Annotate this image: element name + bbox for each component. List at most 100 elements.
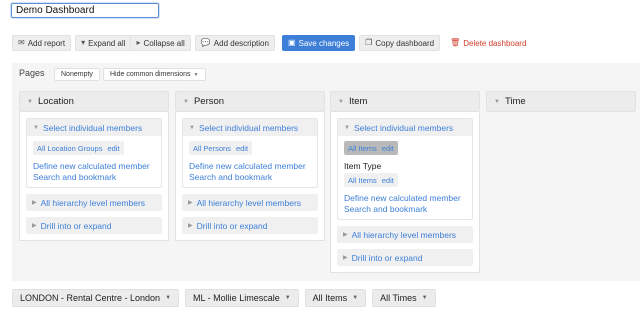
save-changes-label: Save changes [298,38,350,48]
time-title: Time [504,96,526,107]
person-pill-edit-link[interactable]: edit [236,144,248,153]
item-select-members-section: ▼ Select individual members All Items ed… [337,118,473,220]
collapse-all-label: Collapse all [143,38,185,48]
caret-down-icon: ▾ [81,38,86,47]
chevron-down-icon: ▼ [352,295,359,301]
time-dimension-header[interactable]: ▼ Time [486,91,636,112]
expand-all-label: Expand all [88,38,126,48]
chevron-down-icon: ▼ [189,124,195,131]
person-select-members-label: Select individual members [198,122,299,133]
item-type-label: Item Type [344,161,382,171]
item-search-bookmark-link[interactable]: Search and bookmark [344,204,466,215]
chevron-down-icon: ▼ [338,98,344,105]
location-define-member-link[interactable]: Define new calculated member [33,161,155,172]
person-hierarchy-toggle[interactable]: ▶ All hierarchy level members [182,194,318,211]
save-changes-button[interactable]: ▣ Save changes [281,35,356,51]
item-dimension-header[interactable]: ▼ Item [330,91,480,112]
person-define-member-link[interactable]: Define new calculated member [189,161,311,172]
item-dimension: ▼ Item ▼ Select individual members All I… [330,91,480,273]
nonempty-toggle[interactable]: Nonempty [54,68,100,81]
chevron-right-icon: ▶ [32,200,37,206]
item-title: Item [348,96,368,107]
item-select-members-label: Select individual members [353,122,454,133]
chevron-right-icon: ▶ [32,223,37,229]
location-hierarchy-label: All hierarchy level members [40,197,146,208]
add-report-label: Add report [27,38,66,48]
person-title: Person [193,96,225,107]
items-page-dropdown[interactable]: All Items ▼ [304,289,367,307]
item-pill-edit-link[interactable]: edit [382,144,394,153]
item-hierarchy-label: All hierarchy level members [351,229,457,240]
times-page-label: All Times [380,293,417,303]
location-select-members-label: Select individual members [42,122,143,133]
location-page-dropdown[interactable]: LONDON - Rental Centre - London ▼ [12,289,180,307]
nonempty-label: Nonempty [61,71,93,78]
person-pill-label: All Persons [193,143,231,153]
location-dimension: ▼ Location ▼ Select individual members A… [19,91,169,241]
person-page-dropdown[interactable]: ML - Mollie Limescale ▼ [185,289,299,307]
envelope-icon: ✉ [18,38,25,47]
add-description-button[interactable]: 💬 Add description [194,35,275,51]
delete-dashboard-button[interactable]: 🗑 Delete dashboard [444,35,532,51]
item-define-member-link[interactable]: Define new calculated member [344,193,466,204]
location-pill-label: All Location Groups [37,143,103,153]
item-hierarchy-toggle[interactable]: ▶ All hierarchy level members [337,226,473,243]
collapse-all-button[interactable]: ▸ Collapse all [130,35,191,51]
copy-dashboard-button[interactable]: ❐ Copy dashboard [359,35,441,51]
add-description-label: Add description [213,38,269,48]
chevron-right-icon: ▶ [188,223,193,229]
chevron-right-icon: ▶ [343,255,348,261]
chevron-right-icon: ▶ [343,232,348,238]
items-page-label: All Items [312,293,348,303]
person-all-persons-pill[interactable]: All Persons edit [189,141,253,155]
hide-common-label: Hide common dimensions [110,71,191,78]
location-title: Location [37,96,74,107]
item-type-all-items-pill[interactable]: All Items edit [344,173,398,187]
expand-all-button[interactable]: ▾ Expand all [75,35,131,51]
item-pill-label: All Items [348,143,377,153]
person-search-bookmark-link[interactable]: Search and bookmark [189,172,311,183]
person-page-label: ML - Mollie Limescale [193,293,280,303]
pages-label: Pages [19,68,45,78]
location-pill-edit-link[interactable]: edit [107,144,119,153]
item-type-pill-edit-link[interactable]: edit [382,176,394,185]
chevron-down-icon: ▼ [33,124,39,131]
item-all-items-pill[interactable]: All Items edit [344,141,398,155]
times-page-dropdown[interactable]: All Times ▼ [372,289,436,307]
person-dimension-header[interactable]: ▼ Person [175,91,325,112]
chevron-down-icon: ▼ [494,98,500,105]
copy-icon: ❐ [365,38,373,47]
person-drill-toggle[interactable]: ▶ Drill into or expand [182,217,318,234]
dashboard-title-input[interactable] [11,3,159,18]
chevron-down-icon: ▼ [27,98,33,105]
location-select-members-toggle[interactable]: ▼ Select individual members [27,119,161,136]
chevron-down-icon: ▼ [193,71,199,78]
copy-dashboard-label: Copy dashboard [375,38,435,48]
page-filter-bar: LONDON - Rental Centre - London ▼ ML - M… [12,289,436,307]
chevron-down-icon: ▼ [344,124,350,131]
location-all-groups-pill[interactable]: All Location Groups edit [33,141,124,155]
item-dimension-body: ▼ Select individual members All Items ed… [330,112,480,273]
item-type-pill-label: All Items [348,175,377,185]
location-search-bookmark-link[interactable]: Search and bookmark [33,172,155,183]
location-hierarchy-toggle[interactable]: ▶ All hierarchy level members [26,194,162,211]
location-dimension-header[interactable]: ▼ Location [19,91,169,112]
caret-right-icon: ▸ [136,38,141,47]
item-drill-label: Drill into or expand [351,252,423,263]
chevron-down-icon: ▼ [421,295,428,301]
chevron-right-icon: ▶ [188,200,193,206]
time-dimension: ▼ Time [486,91,636,112]
chevron-down-icon: ▼ [284,295,291,301]
item-select-members-toggle[interactable]: ▼ Select individual members [338,119,472,136]
location-drill-label: Drill into or expand [40,220,112,231]
delete-dashboard-label: Delete dashboard [463,38,527,48]
person-select-members-toggle[interactable]: ▼ Select individual members [183,119,317,136]
location-dimension-body: ▼ Select individual members All Location… [19,112,169,241]
location-drill-toggle[interactable]: ▶ Drill into or expand [26,217,162,234]
hide-common-dimensions-dropdown[interactable]: Hide common dimensions ▼ [103,68,206,81]
item-drill-toggle[interactable]: ▶ Drill into or expand [337,249,473,266]
person-drill-label: Drill into or expand [196,220,268,231]
add-report-button[interactable]: ✉ Add report [12,35,72,51]
person-hierarchy-label: All hierarchy level members [196,197,302,208]
toolbar: ✉ Add report ▾ Expand all ▸ Collapse all… [12,35,532,51]
